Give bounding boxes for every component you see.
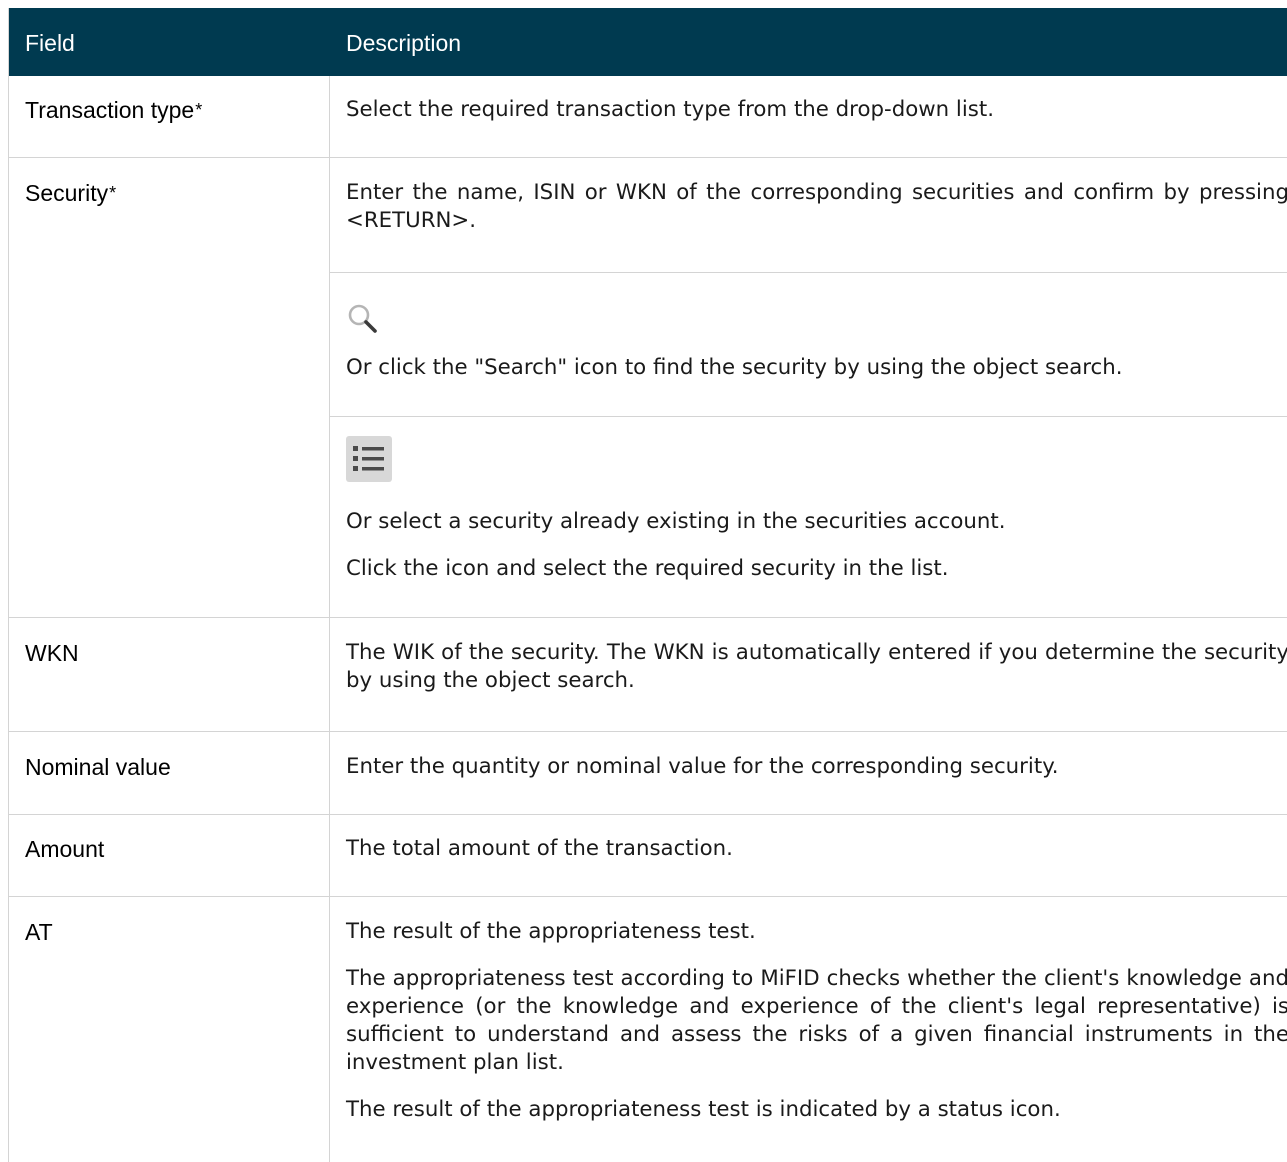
description-nominal-value: Enter the quantity or nominal value for … — [346, 754, 1059, 779]
row-divider — [9, 731, 1287, 732]
header-field: Field — [25, 30, 75, 56]
description-security: Enter the name, ISIN or WKN of the corre… — [346, 180, 1287, 233]
description-amount: The total amount of the transaction. — [346, 836, 733, 861]
row-divider — [9, 896, 1287, 897]
field-at: AT — [25, 919, 53, 945]
description-transaction-type: Select the required transaction type fro… — [346, 97, 994, 122]
required-marker: * — [195, 100, 203, 120]
field-description-table: Field Description Transaction type* Sele… — [8, 8, 1287, 1162]
row-divider — [9, 617, 1287, 618]
row-divider — [9, 814, 1287, 815]
sub-row-divider — [330, 272, 1287, 273]
field-wkn: WKN — [25, 640, 79, 666]
description-at: The result of the appropriateness test. … — [346, 919, 1287, 1122]
header-description: Description — [346, 30, 462, 56]
description-security-list: Or select a security already existing in… — [346, 509, 1006, 581]
search-icon — [346, 302, 380, 340]
column-divider — [329, 76, 330, 1162]
required-marker: * — [109, 183, 117, 203]
field-amount: Amount — [25, 836, 105, 862]
field-transaction-type: Transaction type* — [25, 97, 203, 123]
field-security: Security* — [25, 180, 117, 206]
description-security-search: Or click the "Search" icon to find the s… — [346, 355, 1123, 380]
list-icon — [346, 436, 392, 486]
row-divider — [9, 157, 1287, 158]
sub-row-divider — [330, 416, 1287, 417]
field-nominal-value: Nominal value — [25, 754, 171, 780]
table-header: Field Description — [9, 8, 1287, 76]
description-wkn: The WIK of the security. The WKN is auto… — [346, 640, 1287, 693]
